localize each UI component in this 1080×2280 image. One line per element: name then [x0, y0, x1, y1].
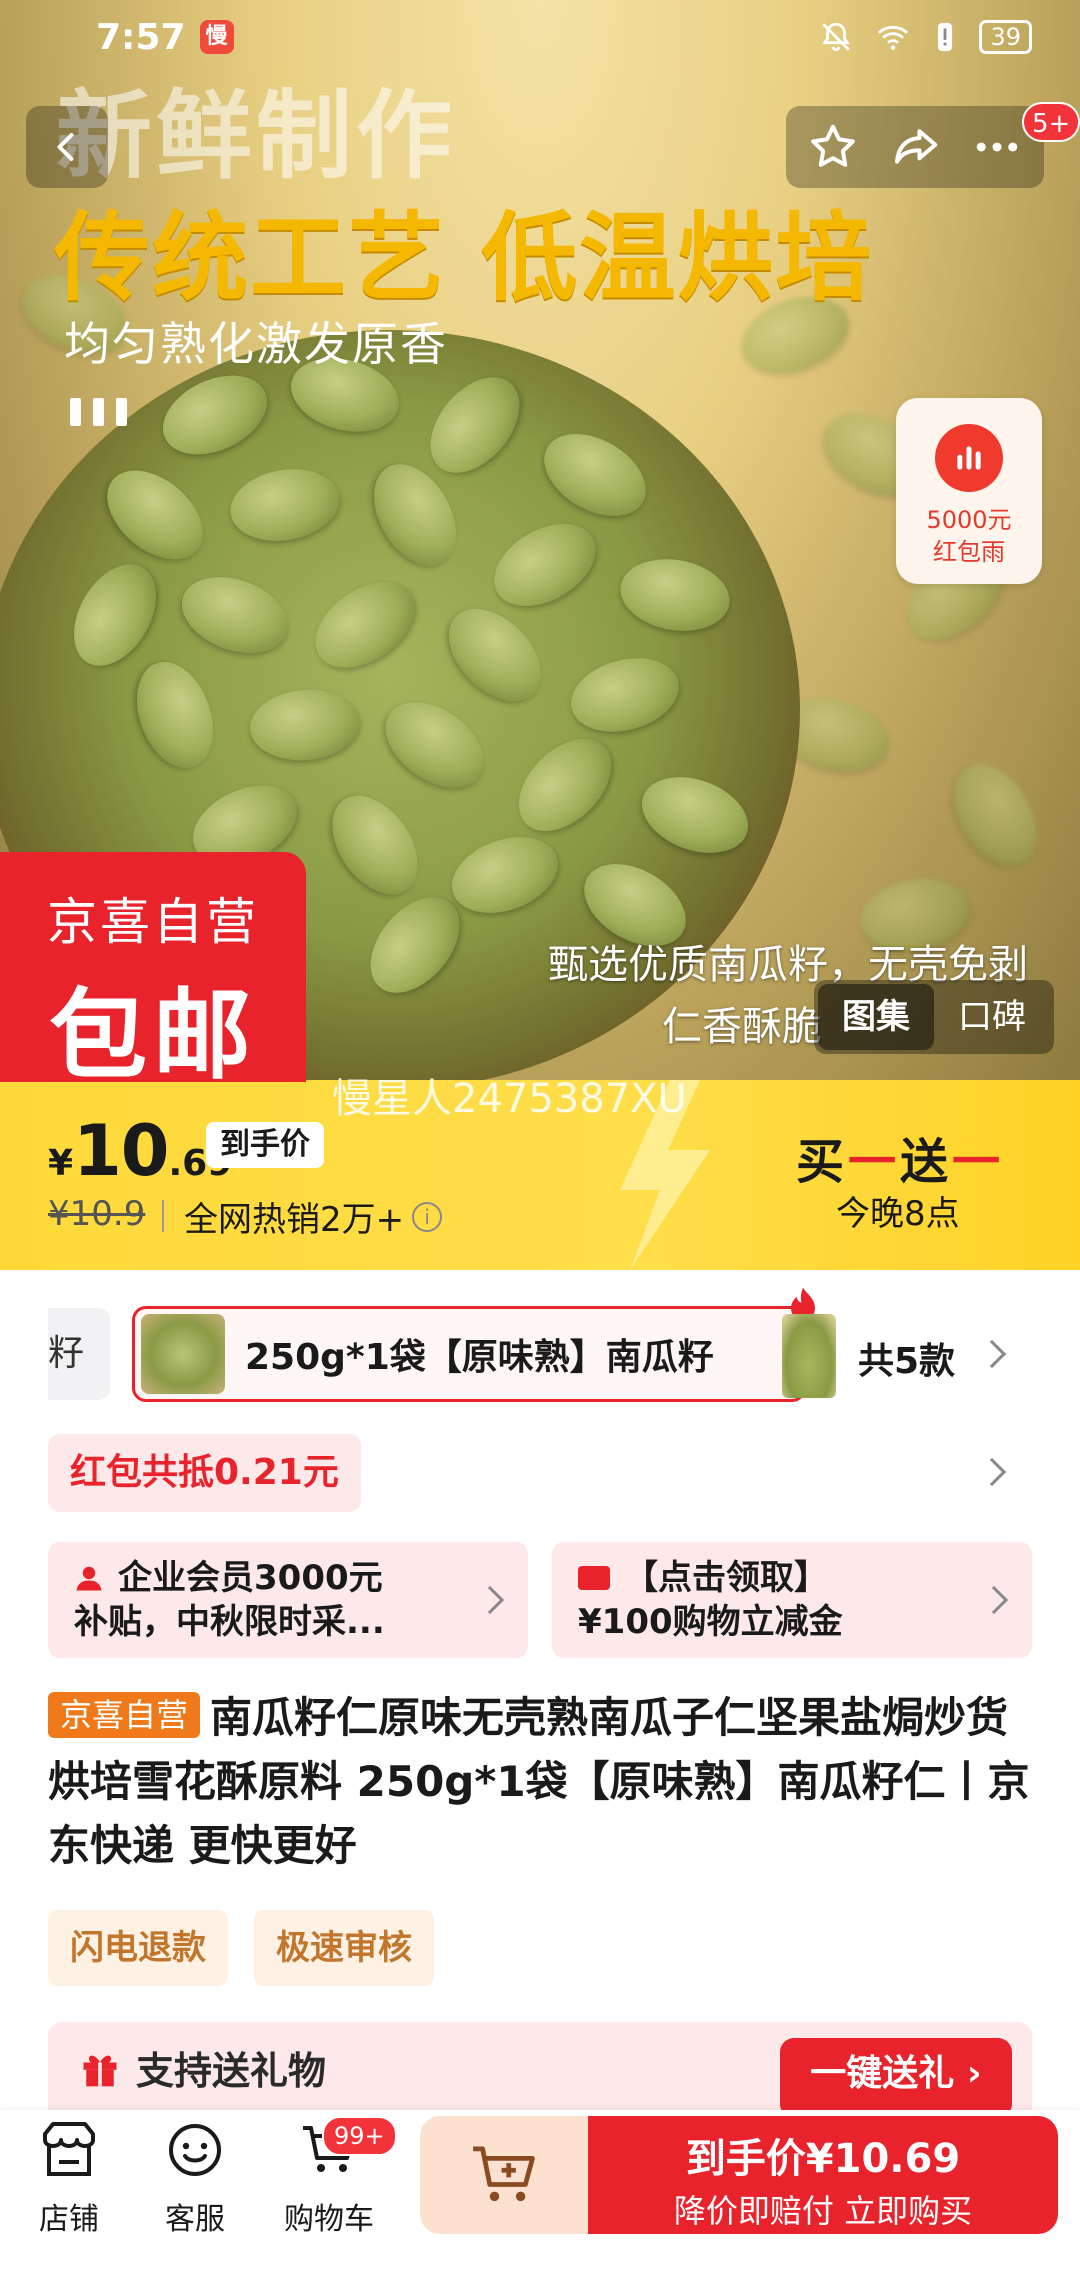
- app-notification-badge: 慢: [199, 20, 234, 54]
- buy-one-get-one-promo[interactable]: 买一送一: [796, 1122, 1004, 1192]
- variant-thumbnail-next[interactable]: [782, 1314, 836, 1398]
- card-icon: [578, 1566, 610, 1590]
- customer-service-button[interactable]: 客服: [140, 2118, 250, 2238]
- coupon-1-line2: 补贴，中秋限时采...: [74, 1602, 385, 1642]
- gift-label: 支持送礼物: [78, 2040, 326, 2095]
- shopping-voucher-coupon[interactable]: 【点击领取】 ¥100购物立减金: [552, 1542, 1032, 1658]
- coupon-1-line1: 企业会员3000元: [118, 1558, 383, 1598]
- product-title: 京喜自营 南瓜籽仁原味无壳熟南瓜子仁坚果盐焗炒货烘培雪花酥原料 250g*1袋【原…: [48, 1686, 1038, 1878]
- gift-icon: [83, 2055, 117, 2086]
- add-to-cart-icon: [473, 2146, 535, 2202]
- variant-count[interactable]: 共5款: [858, 1332, 955, 1384]
- redpack-rain-widget[interactable]: 5000元 红包雨: [896, 398, 1042, 584]
- hero-headline-fresh: 新鲜制作: [56, 80, 456, 192]
- redpack-chart-icon: [935, 424, 1003, 492]
- chevron-right-icon: [979, 1585, 1009, 1615]
- promo-get: 送: [900, 1134, 953, 1190]
- battery-indicator: 39: [979, 20, 1032, 54]
- price-integer: 10: [73, 1110, 169, 1192]
- gift-label-text: 支持送礼物: [136, 2049, 327, 2093]
- tab-reviews[interactable]: 口碑: [934, 984, 1050, 1050]
- price-divider: [162, 1200, 164, 1232]
- user-icon: [76, 1566, 102, 1591]
- chip-fast-refund[interactable]: 闪电退款: [48, 1910, 228, 1986]
- redpack-amount: 5000元: [926, 506, 1012, 534]
- final-price-tag: 到手价: [206, 1122, 324, 1168]
- variant-thumbnail: [141, 1314, 225, 1394]
- hero-headline-craft: 传统工艺 低温烘培: [54, 202, 874, 314]
- variant-selected[interactable]: 250g*1袋【原味熟】南瓜籽: [132, 1306, 806, 1402]
- promo-buy: 买: [796, 1134, 849, 1190]
- alert-icon: [938, 22, 953, 52]
- video-indicator-icon[interactable]: [70, 398, 127, 426]
- cart-count-badge: 99+: [322, 2116, 397, 2156]
- top-action-bar: [786, 106, 1044, 188]
- add-to-cart-button[interactable]: [420, 2116, 588, 2234]
- user-watermark: 慢星人2475387XU: [332, 1076, 687, 1122]
- gift-support-row: 支持送礼物 一键送礼 ›: [48, 2022, 1032, 2110]
- back-button[interactable]: [26, 106, 108, 188]
- service-chips: 闪电退款 极速审核: [48, 1910, 434, 1986]
- buy-now-button[interactable]: 到手价¥10.69 降价即赔付 立即购买: [588, 2116, 1058, 2234]
- mute-bell-icon: [822, 22, 851, 52]
- jx-self-operated-badge: 京喜自营 包邮: [0, 852, 306, 1093]
- hero-subline: 均匀熟化激发原香: [64, 317, 448, 371]
- promo-time: 今晚8点: [836, 1194, 960, 1234]
- send-gift-label: 一键送礼: [810, 2053, 955, 2094]
- store-button[interactable]: 店铺: [14, 2118, 124, 2238]
- message-count-badge: 5+: [1022, 102, 1080, 142]
- store-label: 店铺: [39, 2202, 99, 2237]
- original-price: ¥10.9: [48, 1194, 146, 1234]
- variant-selector: 籽 250g*1袋【原味熟】南瓜籽 共5款: [48, 1287, 1048, 1402]
- chevron-left-icon: [57, 133, 74, 161]
- redpack-deduction[interactable]: 红包共抵0.21元: [48, 1434, 361, 1512]
- media-tabs: 图集 口碑: [814, 980, 1054, 1054]
- cart-label: 购物车: [284, 2202, 374, 2237]
- jx-self-operated-tag: 京喜自营: [48, 1692, 201, 1738]
- sales-info[interactable]: 全网热销2万+ i: [184, 1192, 443, 1241]
- variant-previous[interactable]: 籽: [48, 1308, 110, 1400]
- redpack-label: 红包雨: [933, 538, 1005, 566]
- status-time: 7:57: [96, 16, 186, 58]
- jx-badge-line2: 包邮: [48, 979, 257, 1093]
- favorite-star-icon[interactable]: [806, 120, 860, 174]
- customer-service-label: 客服: [165, 2202, 225, 2237]
- wifi-icon: [878, 25, 909, 50]
- hero-caption-2: 仁香酥脆: [662, 1004, 822, 1050]
- coupon-2-line1: 【点击领取】: [624, 1558, 828, 1598]
- price-currency: ¥: [48, 1143, 74, 1184]
- chip-fast-review[interactable]: 极速审核: [254, 1910, 434, 1986]
- coupon-2-line2: ¥100购物立减金: [578, 1602, 843, 1642]
- chevron-right-icon[interactable]: [977, 1339, 1007, 1369]
- chevron-right-icon: [475, 1585, 505, 1615]
- share-icon[interactable]: [888, 120, 942, 174]
- final-price: ¥ 10 .69: [48, 1110, 232, 1192]
- buy-now-label: 降价即赔付 立即购买: [673, 2192, 973, 2230]
- more-icon[interactable]: [970, 120, 1024, 174]
- enterprise-member-coupon[interactable]: 企业会员3000元 补贴，中秋限时采...: [48, 1542, 528, 1658]
- store-icon: [43, 2122, 95, 2176]
- info-icon[interactable]: i: [412, 1201, 443, 1232]
- tab-gallery[interactable]: 图集: [818, 984, 934, 1050]
- buy-now-price: 到手价¥10.69: [685, 2136, 961, 2182]
- status-bar: 7:57 慢 39: [0, 0, 1080, 74]
- send-gift-button[interactable]: 一键送礼 ›: [780, 2038, 1012, 2110]
- variant-selected-label: 250g*1袋【原味熟】南瓜籽: [245, 1337, 714, 1378]
- customer-service-icon: [169, 2124, 221, 2176]
- jx-badge-line1: 京喜自营: [47, 893, 259, 951]
- sales-count: 全网热销2万+: [184, 1200, 405, 1240]
